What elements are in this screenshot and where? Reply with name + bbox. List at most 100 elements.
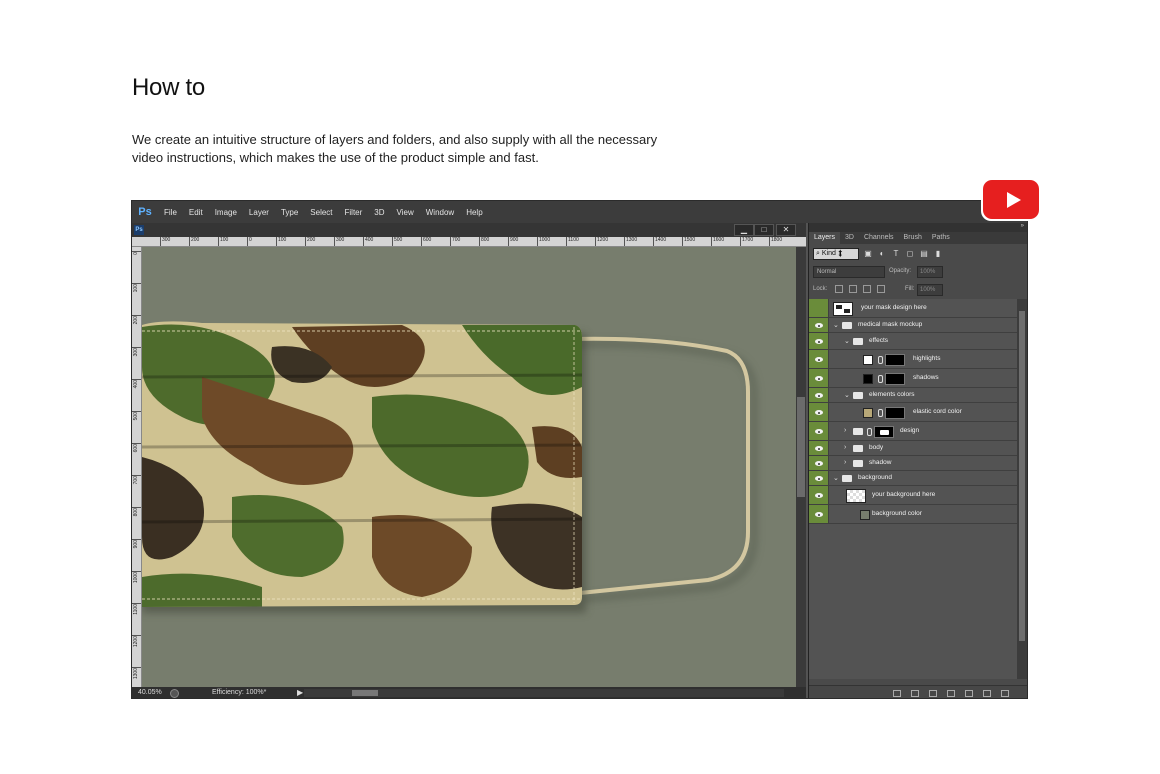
tab-channels[interactable]: Channels [859,232,899,244]
layer-row[interactable]: ⌄ elements colors [809,388,1017,403]
type-filter-icon[interactable]: T [891,249,901,259]
tab-brush[interactable]: Brush [899,232,927,244]
menu-item-filter[interactable]: Filter [339,208,369,217]
new-layer-icon[interactable] [983,690,991,697]
color-fill-thumbnail[interactable] [863,354,873,365]
layer-row[interactable]: › design [809,422,1017,441]
pixel-filter-icon[interactable]: ▣ [863,249,873,259]
visibility-toggle[interactable] [809,486,829,504]
visibility-toggle[interactable] [809,471,829,485]
layer-mask-thumbnail[interactable] [874,425,894,438]
trash-icon[interactable] [1001,690,1009,697]
menu-item-view[interactable]: View [391,208,420,217]
lock-all-icon[interactable] [877,285,885,293]
tab-layers[interactable]: Layers [809,232,841,244]
chain-link-icon[interactable] [878,355,883,364]
layer-row[interactable]: your mask design here [809,299,1017,318]
lock-image-icon[interactable] [849,285,857,293]
ruler-v-tick: 500 [132,411,141,420]
layer-row[interactable]: ⌄ effects [809,333,1017,350]
tab-paths[interactable]: Paths [927,232,955,244]
visibility-toggle[interactable] [809,456,829,470]
vertical-scrollbar[interactable] [796,247,806,687]
chevron-down-icon[interactable]: ⌄ [833,321,839,329]
youtube-play-icon[interactable] [981,178,1041,221]
transparent-thumbnail[interactable] [846,488,866,503]
color-fill-thumbnail[interactable] [863,407,873,418]
lock-position-icon[interactable] [863,285,871,293]
add-mask-icon[interactable] [929,690,937,697]
visibility-toggle[interactable] [809,441,829,455]
kind-filter-select[interactable]: ⌕ Kind ⬍ [813,248,859,260]
horizontal-scrollbar[interactable] [304,689,784,697]
menu-item-layer[interactable]: Layer [243,208,275,217]
chevron-right-icon[interactable]: › [844,459,850,466]
layers-scrollbar[interactable] [1017,299,1027,679]
new-group-icon[interactable] [965,690,973,697]
adjustment-filter-icon[interactable]: ◐ [877,249,887,259]
menu-item-window[interactable]: Window [420,208,460,217]
visibility-toggle[interactable] [809,333,829,349]
status-menu-arrow-icon[interactable]: ▶ [297,688,303,697]
horizontal-scroll-thumb[interactable] [352,690,378,696]
chevron-right-icon[interactable]: › [844,444,850,451]
maximize-button[interactable]: □ [754,224,774,236]
layer-row[interactable]: your background here [809,486,1017,505]
fx-icon[interactable] [911,690,919,697]
layer-row[interactable]: › shadow [809,456,1017,471]
layer-mask-thumbnail[interactable] [885,372,905,385]
layer-row[interactable]: ⌄ background [809,471,1017,486]
layer-mask-thumbnail[interactable] [885,353,905,366]
ruler-h-tick: 1700 [740,237,753,246]
visibility-toggle[interactable] [809,318,829,332]
panel-collapse-bar[interactable]: » [809,223,1027,232]
menu-item-image[interactable]: Image [209,208,243,217]
chevron-down-icon[interactable]: ⌄ [833,474,839,482]
chevron-right-icon[interactable]: › [844,427,850,434]
blend-mode-select[interactable]: Normal [813,266,885,278]
visibility-toggle[interactable] [809,505,829,523]
menu-item-edit[interactable]: Edit [183,208,209,217]
smart-object-filter-icon[interactable]: ▤ [919,249,929,259]
menu-item-select[interactable]: Select [304,208,338,217]
chevron-down-icon[interactable]: ⌄ [844,391,850,399]
shape-filter-icon[interactable]: ◻ [905,249,915,259]
lock-transparent-icon[interactable] [835,285,843,293]
chain-link-icon[interactable] [878,374,883,383]
color-fill-thumbnail[interactable] [863,373,873,384]
tab-3d[interactable]: 3D [840,232,859,244]
menu-item-file[interactable]: File [158,208,183,217]
chain-link-icon[interactable] [867,427,872,436]
menu-item-help[interactable]: Help [460,208,488,217]
minimize-button[interactable]: ▁ [734,224,754,236]
filter-toggle-icon[interactable]: ▮ [933,249,943,259]
layer-row[interactable]: ⌄ medical mask mockup [809,318,1017,333]
opacity-input[interactable]: 100% [917,266,943,278]
zoom-level[interactable]: 40.05% [138,689,162,696]
layer-row[interactable]: background color [809,505,1017,524]
canvas[interactable] [142,247,796,687]
smart-object-thumbnail[interactable] [833,301,853,316]
layer-row[interactable]: highlights [809,350,1017,369]
menu-item-3d[interactable]: 3D [368,208,390,217]
visibility-toggle[interactable] [809,388,829,402]
visibility-toggle[interactable] [809,299,829,317]
layers-scroll-thumb[interactable] [1019,311,1025,641]
color-fill-thumbnail[interactable] [860,509,870,520]
layer-mask-thumbnail[interactable] [885,406,905,419]
link-layers-icon[interactable] [893,690,901,697]
visibility-toggle[interactable] [809,422,829,440]
chain-link-icon[interactable] [878,408,883,417]
chevron-down-icon[interactable]: ⌄ [844,337,850,345]
new-adjustment-icon[interactable] [947,690,955,697]
layer-row[interactable]: › body [809,441,1017,456]
layer-row[interactable]: elastic cord color [809,403,1017,422]
menu-item-type[interactable]: Type [275,208,304,217]
visibility-toggle[interactable] [809,369,829,387]
vertical-scroll-thumb[interactable] [797,397,805,497]
layer-row[interactable]: shadows [809,369,1017,388]
visibility-toggle[interactable] [809,350,829,368]
fill-input[interactable]: 100% [917,284,943,296]
visibility-toggle[interactable] [809,403,829,421]
close-button[interactable]: ✕ [776,224,796,236]
